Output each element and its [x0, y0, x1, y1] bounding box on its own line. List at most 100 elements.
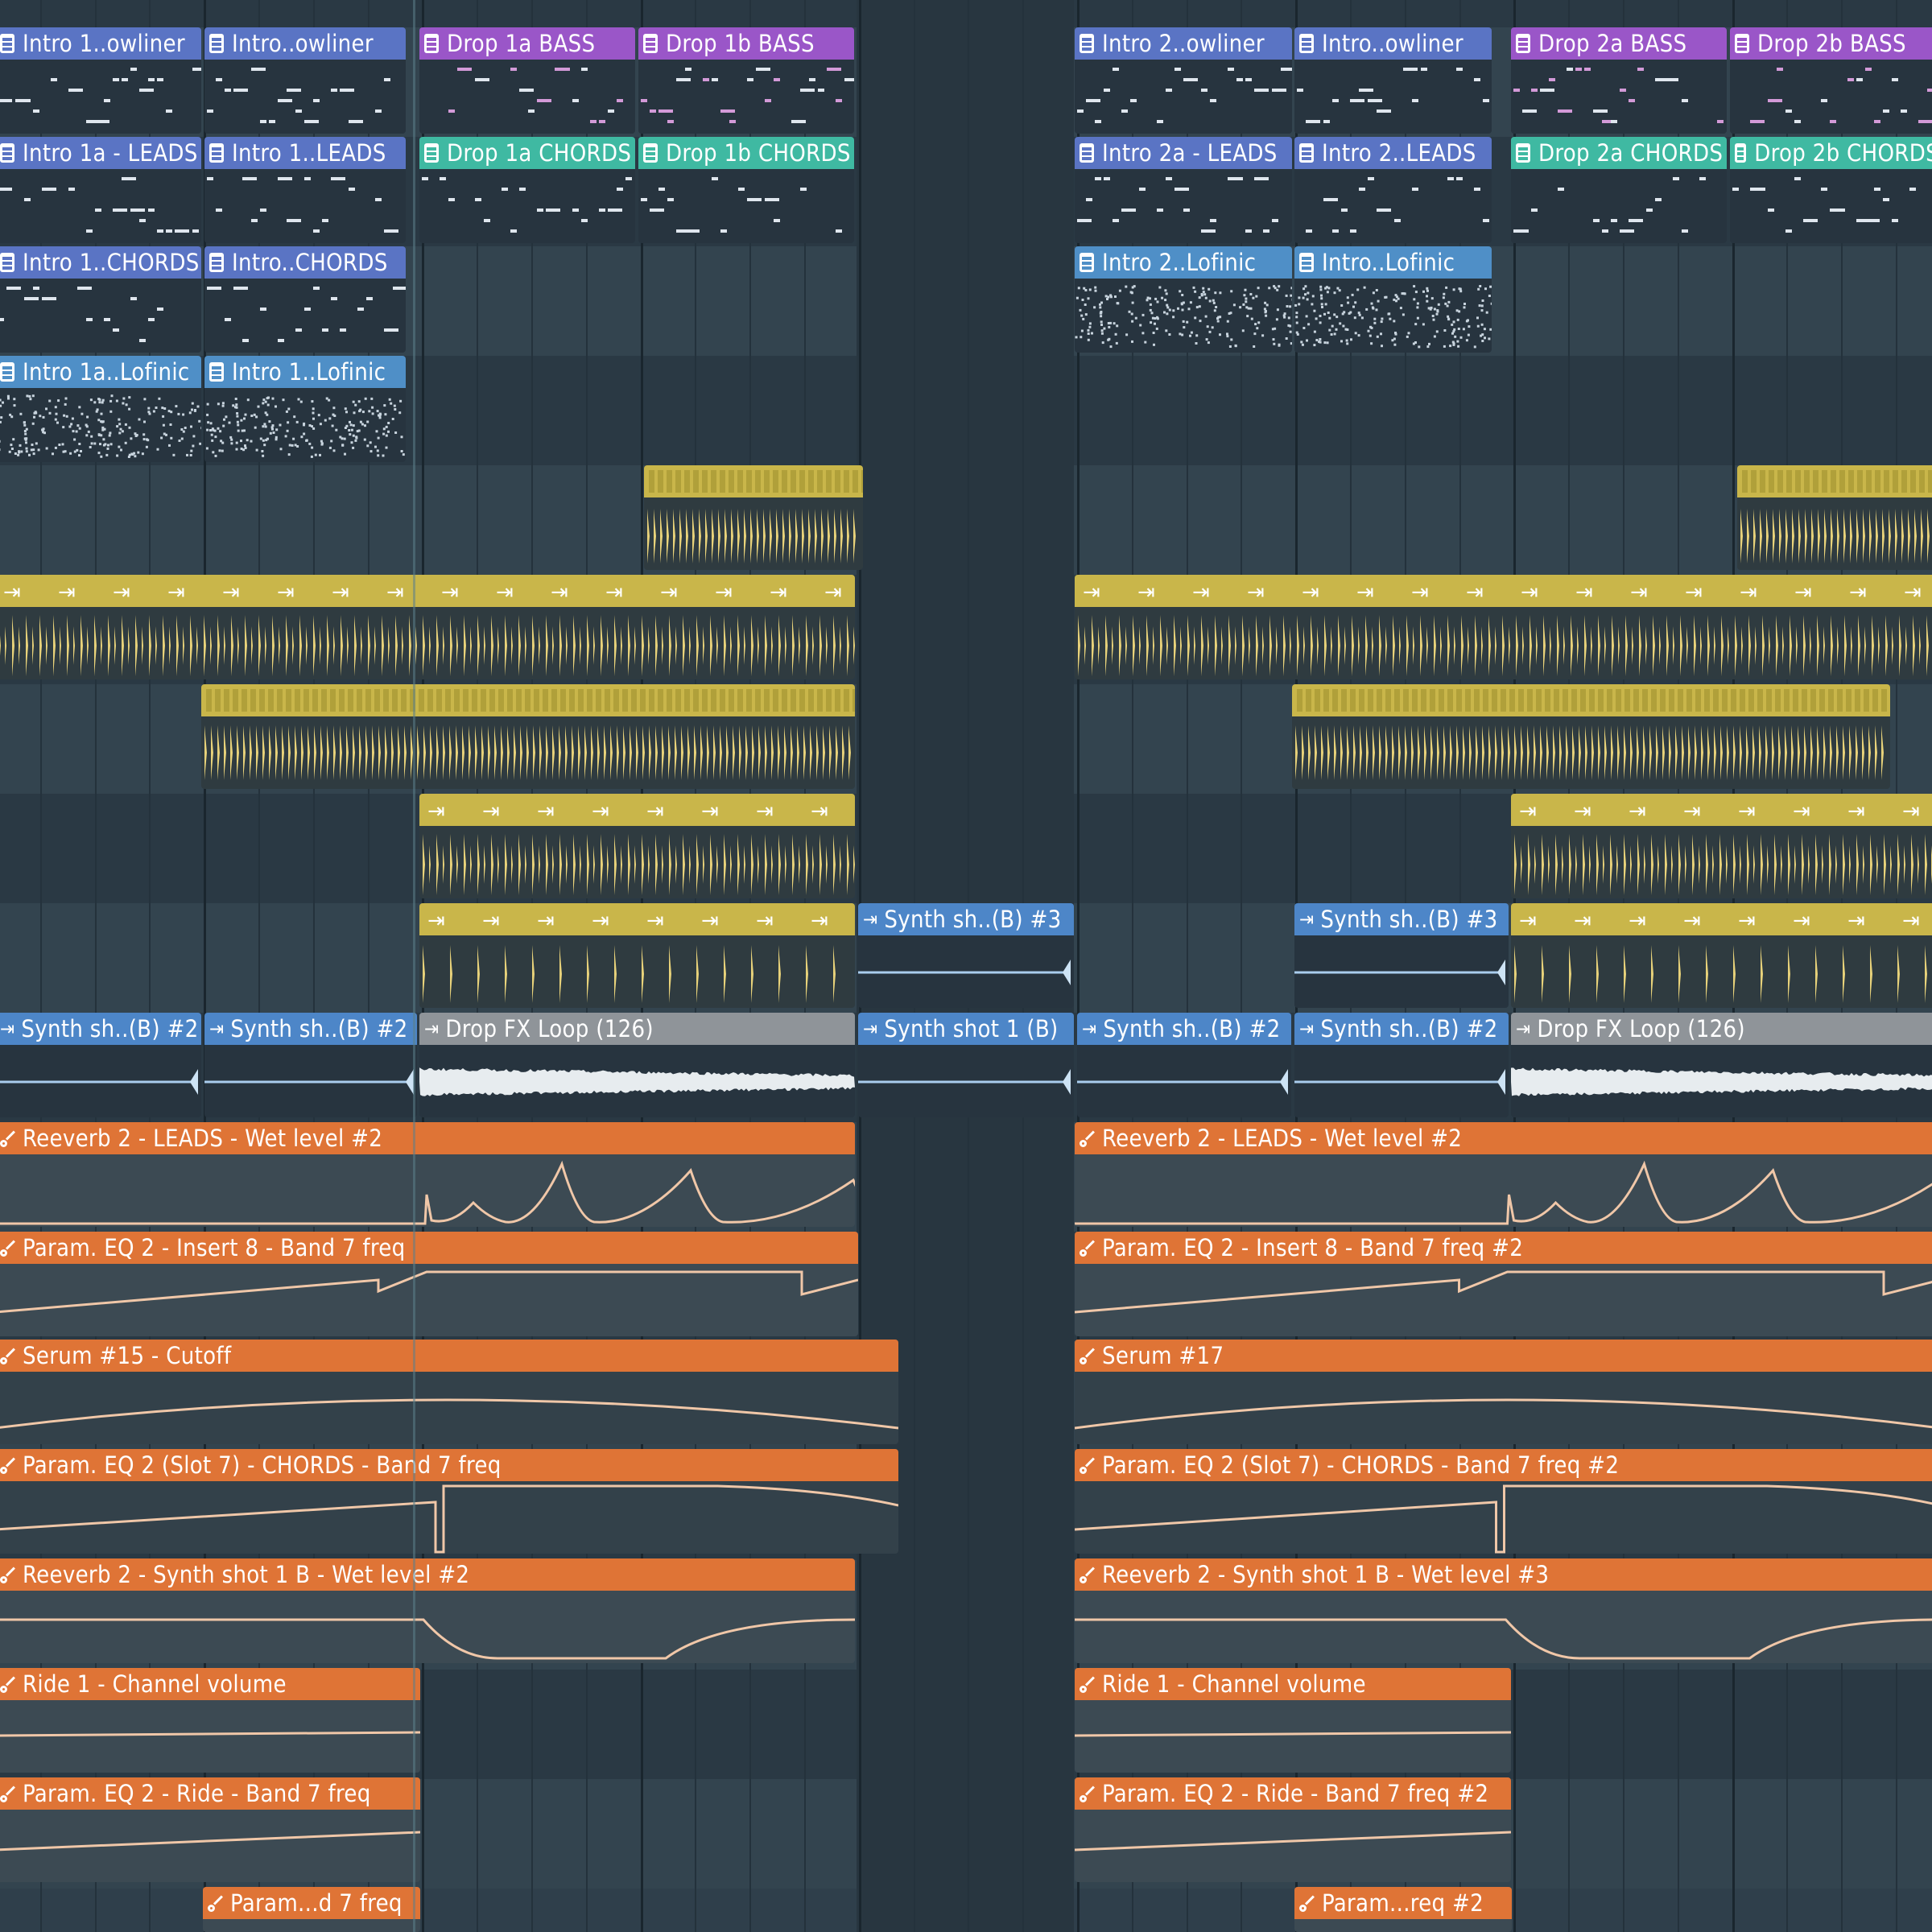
- waveform-peak: [1625, 615, 1628, 676]
- automation-curve[interactable]: [0, 1398, 898, 1430]
- pattern-clip[interactable]: Drop 1b BASS: [638, 27, 854, 134]
- pattern-clip[interactable]: Intro 1a..Lofinic: [0, 356, 201, 462]
- automation-clip[interactable]: Param. EQ 2 - Ride - Band 7 freq #2: [1075, 1777, 1511, 1882]
- audio-clip[interactable]: ⇥ Synth sh..(B) #3: [1294, 903, 1509, 1008]
- automation-curve[interactable]: [1075, 1731, 1511, 1737]
- audio-clip-drum[interactable]: ⇥ ⇥ ⇥ ⇥ ⇥ ⇥ ⇥ ⇥: [1511, 794, 1932, 898]
- pattern-clip[interactable]: Drop 2b CHORDS: [1730, 137, 1932, 243]
- playlist-area[interactable]: Intro 1..owliner Intro..owliner Drop 1a …: [0, 0, 1932, 1932]
- pattern-clip[interactable]: Intro 1..owliner: [0, 27, 201, 134]
- note: [1181, 333, 1184, 336]
- automation-clip[interactable]: Param...req #2: [1294, 1887, 1512, 1932]
- pattern-clip[interactable]: Intro 1..LEADS: [204, 137, 406, 243]
- automation-clip[interactable]: Param...d 7 freq: [203, 1887, 420, 1932]
- audio-clip[interactable]: ⇥ Drop FX Loop (126): [419, 1013, 855, 1117]
- pattern-clip[interactable]: Intro..owliner: [1294, 27, 1492, 134]
- automation-clip[interactable]: Reeverb 2 - Synth shot 1 B - Wet level #…: [1075, 1558, 1932, 1663]
- pattern-clip[interactable]: Drop 1a BASS: [419, 27, 635, 134]
- pattern-clip[interactable]: Intro 1..Lofinic: [204, 356, 406, 462]
- automation-curve[interactable]: [0, 1618, 855, 1660]
- pattern-clip[interactable]: Intro..owliner: [204, 27, 406, 134]
- waveform-peak: [703, 626, 704, 665]
- piano-roll-preview: [0, 60, 201, 134]
- automation-clip[interactable]: Reeverb 2 - LEADS - Wet level #2: [1075, 1122, 1932, 1227]
- automation-clip[interactable]: Serum #17: [1075, 1340, 1932, 1444]
- automation-curve[interactable]: [0, 1270, 858, 1314]
- waveform-peak: [1321, 725, 1323, 780]
- pattern-clip[interactable]: Drop 2a BASS: [1511, 27, 1727, 134]
- automation-curve[interactable]: [1075, 1618, 1932, 1660]
- automation-clip[interactable]: Param. EQ 2 - Insert 8 - Band 7 freq: [0, 1232, 858, 1336]
- automation-clip[interactable]: Param. EQ 2 - Insert 8 - Band 7 freq #2: [1075, 1232, 1932, 1336]
- pattern-clip[interactable]: Intro 2..owliner: [1075, 27, 1292, 134]
- automation-clip[interactable]: Ride 1 - Channel volume: [0, 1668, 420, 1773]
- audio-clip-drum[interactable]: ⇥ ⇥ ⇥ ⇥ ⇥ ⇥ ⇥ ⇥: [419, 903, 855, 1008]
- audio-clip-drum[interactable]: [1292, 684, 1890, 789]
- note: [148, 208, 155, 212]
- pattern-clip[interactable]: Intro 2a - LEADS: [1075, 137, 1292, 243]
- automation-clip[interactable]: Reeverb 2 - Synth shot 1 B - Wet level #…: [0, 1558, 855, 1663]
- automation-curve[interactable]: [1075, 1270, 1932, 1314]
- audio-clip[interactable]: ⇥ Synth shot 1 (B): [858, 1013, 1074, 1117]
- automation-clip[interactable]: Serum #15 - Cutoff: [0, 1340, 898, 1444]
- audio-clip[interactable]: ⇥ Drop FX Loop (126): [1511, 1013, 1932, 1117]
- automation-clip[interactable]: Param. EQ 2 (Slot 7) - CHORDS - Band 7 f…: [0, 1449, 898, 1554]
- note: [1234, 344, 1237, 347]
- audio-clip[interactable]: ⇥ Synth sh..(B) #2: [0, 1013, 201, 1117]
- note: [341, 437, 344, 440]
- automation-clip[interactable]: Reeverb 2 - LEADS - Wet level #2: [0, 1122, 855, 1227]
- audio-clip-drum[interactable]: [201, 684, 855, 789]
- automation-curve[interactable]: [0, 1731, 420, 1737]
- audio-clip-drum[interactable]: ⇥ ⇥ ⇥ ⇥ ⇥ ⇥ ⇥ ⇥ ⇥ ⇥ ⇥ ⇥ ⇥ ⇥ ⇥ ⇥: [1075, 575, 1932, 679]
- audio-clip[interactable]: ⇥ Synth sh..(B) #3: [858, 903, 1074, 1008]
- pattern-clip[interactable]: Intro 2..LEADS: [1294, 137, 1492, 243]
- automation-curve[interactable]: [1075, 1398, 1932, 1430]
- waveform-peak: [1180, 626, 1182, 665]
- playhead-marker[interactable]: [413, 0, 415, 1932]
- pattern-clip[interactable]: Intro 1a - LEADS: [0, 137, 201, 243]
- pattern-clip[interactable]: Drop 2b BASS: [1730, 27, 1932, 134]
- pattern-clip[interactable]: Intro..CHORDS: [204, 246, 406, 353]
- pattern-clip[interactable]: Intro 1..CHORDS: [0, 246, 201, 353]
- note: [1664, 78, 1678, 81]
- automation-curve[interactable]: [1075, 1160, 1932, 1225]
- audio-clip-drum[interactable]: ⇥ ⇥ ⇥ ⇥ ⇥ ⇥ ⇥ ⇥: [1511, 903, 1932, 1008]
- waveform-peak: [1666, 615, 1669, 676]
- automation-curve[interactable]: [0, 1831, 420, 1852]
- automation-clip[interactable]: Ride 1 - Channel volume: [1075, 1668, 1511, 1773]
- automation-curve[interactable]: [0, 1160, 855, 1225]
- note: [1249, 293, 1253, 295]
- waveform-peak: [1098, 626, 1100, 665]
- audio-clip-drum[interactable]: ⇥ ⇥ ⇥ ⇥ ⇥ ⇥ ⇥ ⇥ ⇥ ⇥ ⇥ ⇥ ⇥ ⇥ ⇥ ⇥: [0, 575, 855, 679]
- audio-clip-drum[interactable]: [1737, 465, 1932, 570]
- audio-clip[interactable]: ⇥ Synth sh..(B) #2: [1077, 1013, 1291, 1117]
- note: [1088, 325, 1092, 328]
- waveform-peak: [456, 725, 458, 780]
- note: [1768, 208, 1774, 212]
- audio-clip-drum[interactable]: ⇥ ⇥ ⇥ ⇥ ⇥ ⇥ ⇥ ⇥: [419, 794, 855, 898]
- waveform-peak: [53, 615, 56, 676]
- audio-clip-icon: ⇥: [1575, 580, 1593, 605]
- note: [1435, 312, 1439, 316]
- waveform-peak: [552, 725, 555, 780]
- note: [312, 427, 316, 430]
- audio-clip[interactable]: ⇥ Synth sh..(B) #2: [204, 1013, 417, 1117]
- note: [78, 443, 81, 445]
- automation-curve[interactable]: [1075, 1831, 1511, 1852]
- pattern-clip[interactable]: Drop 1b CHORDS: [638, 137, 854, 243]
- pattern-clip[interactable]: Drop 2a CHORDS: [1511, 137, 1727, 243]
- pattern-clip[interactable]: Drop 1a CHORDS: [419, 137, 635, 243]
- audio-clip-drum[interactable]: [644, 465, 863, 570]
- note: [1451, 323, 1454, 326]
- waveform-peak: [361, 626, 362, 665]
- audio-clip[interactable]: ⇥ Synth sh..(B) #2: [1294, 1013, 1509, 1117]
- note: [1198, 296, 1201, 299]
- automation-clip[interactable]: Param. EQ 2 - Ride - Band 7 freq: [0, 1777, 420, 1882]
- automation-clip[interactable]: Param. EQ 2 (Slot 7) - CHORDS - Band 7 f…: [1075, 1449, 1932, 1554]
- pattern-clip[interactable]: Intro..Lofinic: [1294, 246, 1492, 353]
- automation-curve[interactable]: [1075, 1484, 1932, 1554]
- waveform-peak: [1373, 725, 1375, 780]
- pattern-clip[interactable]: Intro 2..Lofinic: [1075, 246, 1292, 353]
- automation-curve[interactable]: [0, 1484, 898, 1554]
- note: [64, 397, 68, 400]
